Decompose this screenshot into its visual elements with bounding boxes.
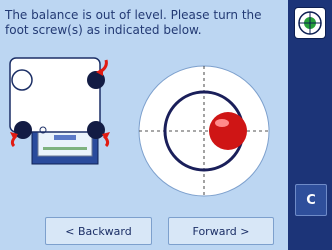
level-indicator-icon (298, 11, 322, 35)
main-panel: The balance is out of level. Please turn… (0, 0, 288, 250)
balance-platform (9, 57, 101, 133)
instruction-text: The balance is out of level. Please turn… (5, 8, 262, 37)
level-bubble (209, 112, 247, 150)
clear-button[interactable]: C (295, 184, 327, 216)
level-indicator-button[interactable] (295, 8, 325, 38)
foot-screw-front-left (14, 121, 32, 139)
bubble-level (138, 65, 270, 197)
balance-feet-diagram (9, 57, 110, 165)
balance-display-screen (37, 129, 93, 157)
forward-button[interactable]: Forward > (168, 217, 274, 245)
foot-screw-back-left (11, 69, 33, 91)
level-bubble-highlight (215, 119, 229, 127)
backward-button[interactable]: < Backward (45, 217, 152, 245)
sidebar: C (288, 0, 332, 250)
foot-screw-front-right (87, 121, 105, 139)
display-screen-readout (54, 135, 76, 140)
display-screen-bar (43, 147, 87, 150)
